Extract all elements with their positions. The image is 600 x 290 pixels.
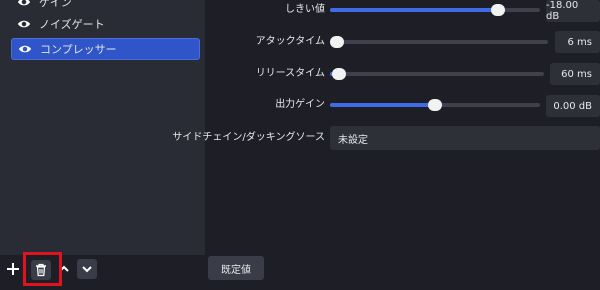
add-filter-button[interactable] xyxy=(4,259,22,279)
threshold-slider-thumb[interactable] xyxy=(491,4,505,16)
release-label: リリースタイム xyxy=(255,68,325,79)
output-gain-slider[interactable] xyxy=(330,99,540,111)
filter-item-label: ノイズゲート xyxy=(39,18,105,31)
filter-item-noise-gate[interactable]: ノイズゲート xyxy=(11,13,200,35)
defaults-button[interactable]: 既定値 xyxy=(208,256,264,280)
release-slider-thumb[interactable] xyxy=(331,68,346,80)
release-value-field[interactable]: 60 ms xyxy=(550,63,600,85)
attack-slider-thumb[interactable] xyxy=(329,36,344,48)
output-gain-value-field[interactable]: 0.00 dB xyxy=(546,95,600,117)
threshold-slider[interactable] xyxy=(330,4,540,16)
filter-item-gain[interactable]: ゲイン xyxy=(11,0,200,13)
attack-slider[interactable] xyxy=(329,36,548,48)
eye-icon[interactable] xyxy=(17,17,31,31)
plus-icon xyxy=(7,263,19,275)
filter-item-compressor[interactable]: コンプレッサー xyxy=(11,38,200,60)
filter-item-label: コンプレッサー xyxy=(40,43,117,56)
filter-item-label: ゲイン xyxy=(39,0,72,9)
output-gain-slider-fill xyxy=(330,103,435,107)
highlight-box xyxy=(23,252,62,286)
threshold-slider-fill xyxy=(330,8,498,12)
filter-list: ゲイン ノイズゲート コンプレッサー xyxy=(0,0,205,255)
sidechain-label: サイドチェイン/ダッキングソース xyxy=(172,132,325,143)
attack-label: アタックタイム xyxy=(255,36,325,47)
eye-icon[interactable] xyxy=(18,42,32,56)
release-slider[interactable] xyxy=(330,68,544,80)
eye-icon[interactable] xyxy=(17,0,31,9)
chevron-down-icon xyxy=(82,266,92,273)
sidechain-select[interactable]: 未設定 xyxy=(330,126,600,150)
output-gain-label: 出力ゲイン xyxy=(275,99,325,110)
output-gain-slider-thumb[interactable] xyxy=(428,99,442,111)
threshold-value-field[interactable]: -18.00 dB xyxy=(546,0,600,22)
move-down-button[interactable] xyxy=(77,259,97,279)
threshold-label: しきい値 xyxy=(285,4,325,15)
sidechain-selected-value: 未設定 xyxy=(338,134,368,146)
attack-value-field[interactable]: 6 ms xyxy=(555,31,600,53)
